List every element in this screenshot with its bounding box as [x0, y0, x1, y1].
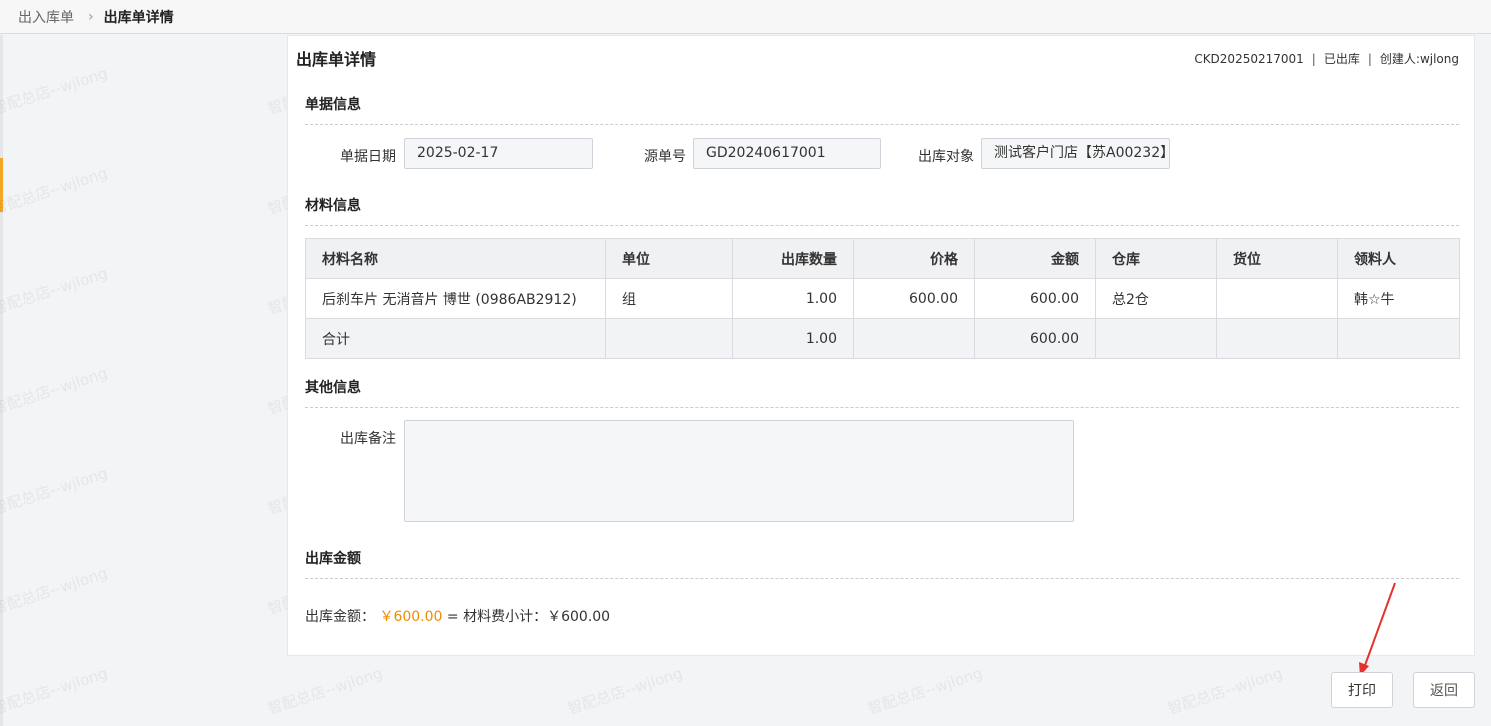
watermark-text: 智配总店--wjlong: [1165, 663, 1285, 719]
total-label: 合计: [305, 318, 606, 359]
table-cell: 1.00: [732, 278, 854, 319]
material-name-link[interactable]: 后刹车片 无消音片 博世 (0986AB2912): [305, 278, 606, 319]
watermark-text: 智配总店--wjlong: [865, 663, 985, 719]
breadcrumb: 出入库单 › 出库单详情: [0, 0, 1491, 34]
meta-separator: |: [1311, 51, 1316, 66]
date-label: 单据日期: [340, 149, 396, 165]
table-row: 后刹车片 无消音片 博世 (0986AB2912) 组 1.00 600.00 …: [305, 278, 1460, 319]
source-number-field[interactable]: GD20240617001: [693, 138, 881, 169]
watermark-text: 智配总店--wjlong: [0, 363, 110, 419]
section-doc-info: 单据信息: [305, 94, 1459, 125]
breadcrumb-current: 出库单详情: [103, 9, 174, 26]
watermark-text: 智配总店--wjlong: [0, 263, 110, 319]
watermark-text: 智配总店--wjlong: [265, 663, 385, 719]
back-button[interactable]: 返回: [1413, 672, 1475, 708]
order-meta: CKD20250217001 | 已出库 | 创建人:wjlong: [1194, 50, 1459, 67]
materials-table: 材料名称 单位 出库数量 价格 金额 仓库 货位 领料人 后刹车片 无消音片 博…: [305, 238, 1460, 359]
print-button[interactable]: 打印: [1331, 672, 1393, 708]
sidebar-edge: [0, 35, 3, 726]
chevron-right-icon: ›: [88, 8, 94, 25]
order-number: CKD20250217001: [1194, 51, 1304, 66]
table-cell: [853, 318, 975, 359]
target-label: 出库对象: [918, 149, 974, 165]
remark-textarea[interactable]: [404, 420, 1074, 522]
amount-summary: 出库金额： ￥600.00 = 材料费小计：￥600.00: [305, 606, 610, 626]
table-cell: 组: [605, 278, 733, 319]
col-header: 单位: [605, 238, 733, 279]
table-cell: 600.00: [853, 278, 975, 319]
col-header: 金额: [974, 238, 1096, 279]
table-total-row: 合计 1.00 600.00: [305, 318, 1460, 359]
meta-separator: |: [1367, 51, 1372, 66]
detail-card: 出库单详情 CKD20250217001 | 已出库 | 创建人:wjlong 单据信息…: [287, 35, 1475, 656]
section-amount: 出库金额: [305, 548, 1459, 579]
watermark-text: 智配总店--wjlong: [565, 663, 685, 719]
red-arrow-annotation: [1359, 582, 1396, 676]
total-amount: 600.00: [974, 318, 1096, 359]
table-cell: [1216, 318, 1338, 359]
table-cell: 600.00: [974, 278, 1096, 319]
amount-equals: = 材料费小计：: [442, 609, 548, 625]
watermark-text: 智配总店--wjlong: [0, 663, 110, 719]
creator-label: 创建人:wjlong: [1379, 51, 1459, 66]
col-header: 材料名称: [305, 238, 606, 279]
col-header: 价格: [853, 238, 975, 279]
col-header: 出库数量: [732, 238, 854, 279]
section-other-info: 其他信息: [305, 377, 1459, 408]
card-header: 出库单详情 CKD20250217001 | 已出库 | 创建人:wjlong: [296, 46, 1459, 70]
breadcrumb-parent[interactable]: 出入库单: [18, 7, 74, 27]
status-badge: 已出库: [1323, 51, 1360, 66]
amount-total: ￥600.00: [379, 609, 443, 625]
sidebar-active-indicator: [0, 158, 3, 212]
target-field[interactable]: 测试客户门店【苏A00232】: [981, 138, 1170, 169]
amount-label: 出库金额：: [305, 609, 375, 625]
table-cell: [1216, 278, 1338, 319]
table-cell: 韩☆牛: [1337, 278, 1460, 319]
amount-subtotal: ￥600.00: [547, 609, 611, 625]
remark-label: 出库备注: [340, 431, 396, 447]
table-cell: 总2仓: [1095, 278, 1217, 319]
col-header: 仓库: [1095, 238, 1217, 279]
watermark-text: 智配总店--wjlong: [0, 563, 110, 619]
table-cell: [1337, 318, 1460, 359]
watermark-text: 智配总店--wjlong: [0, 463, 110, 519]
page-title: 出库单详情: [296, 50, 377, 69]
watermark-text: 智配总店--wjlong: [0, 63, 110, 119]
date-field[interactable]: 2025-02-17: [404, 138, 593, 169]
table-cell: [605, 318, 733, 359]
source-label: 源单号: [644, 149, 686, 165]
total-quantity: 1.00: [732, 318, 854, 359]
col-header: 货位: [1216, 238, 1338, 279]
section-material-info: 材料信息: [305, 195, 1459, 226]
col-header: 领料人: [1337, 238, 1460, 279]
watermark-text: 智配总店--wjlong: [0, 163, 110, 219]
table-cell: [1095, 318, 1217, 359]
table-header-row: 材料名称 单位 出库数量 价格 金额 仓库 货位 领料人: [305, 238, 1460, 279]
